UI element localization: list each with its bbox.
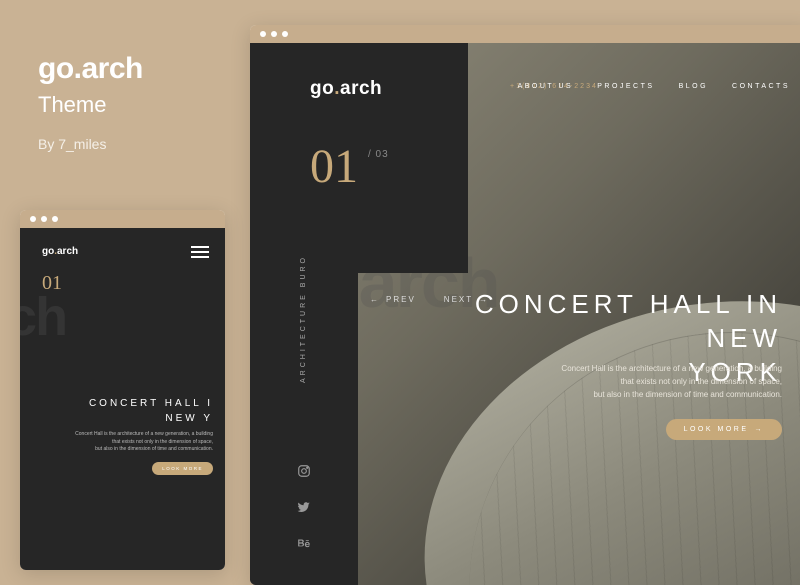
hero-desc-line: but also in the dimension of time and co… [561, 389, 782, 402]
watermark-text: arch [20, 286, 66, 348]
slide-counter: 01 / 03 [310, 143, 389, 191]
twitter-icon[interactable] [297, 500, 311, 514]
hero-description: Concert Hall is the architecture of a ne… [75, 431, 213, 454]
mobile-viewport: go.arch 01 arch CONCERT HALL I NEW Y Con… [20, 228, 225, 570]
nav-contacts[interactable]: CONTACTS [732, 83, 790, 90]
browser-titlebar [20, 210, 225, 228]
cta-label: LOOK MORE [684, 426, 749, 433]
theme-meta: go.arch Theme By 7_miles [38, 52, 143, 152]
hero-title-line1: CONCERT HALL I [89, 396, 213, 411]
nav-blog[interactable]: BLOG [679, 83, 708, 90]
theme-title: go.arch [38, 52, 143, 86]
vertical-label: ARCHITECTURE BURO [300, 255, 307, 383]
hero-desc-line: that exists not only in the dimension of… [75, 439, 213, 447]
hero-description: Concert Hall is the architecture of a ne… [561, 363, 782, 401]
arrow-right-icon: → [755, 426, 765, 433]
slide-total: / 03 [368, 149, 389, 160]
hero-title-line2: NEW Y [89, 411, 213, 426]
look-more-button[interactable]: LOOK MORE → [666, 419, 782, 440]
hero-desc-line: Concert Hall is the architecture of a ne… [561, 363, 782, 376]
hero-title: CONCERT HALL I NEW Y [89, 396, 213, 426]
site-logo[interactable]: go.arch [42, 246, 78, 257]
behance-icon[interactable] [297, 536, 311, 550]
arrow-left-icon: ← [370, 295, 380, 304]
window-dot [30, 216, 36, 222]
cta-label: LOOK MORE [162, 466, 203, 471]
slide-current: 01 [310, 143, 358, 191]
hero-desc-line: Concert Hall is the architecture of a ne… [75, 431, 213, 439]
nav-projects[interactable]: PROJECTS [597, 83, 654, 90]
theme-subtitle: Theme [38, 92, 143, 118]
desktop-browser-frame: go.arch +1(812) 614-2234 ABOUT US PROJEC… [250, 25, 800, 585]
logo-part1: go [42, 246, 54, 257]
look-more-button[interactable]: LOOK MORE [152, 462, 213, 475]
mobile-browser-frame: go.arch 01 arch CONCERT HALL I NEW Y Con… [20, 210, 225, 570]
theme-author: By 7_miles [38, 136, 143, 152]
social-links [297, 464, 311, 550]
main-nav: ABOUT US PROJECTS BLOG CONTACTS [518, 83, 790, 90]
window-dot [271, 31, 277, 37]
hero-title-line1: CONCERT HALL IN NEW [472, 288, 782, 356]
hamburger-menu-icon[interactable] [191, 246, 209, 258]
site-logo[interactable]: go.arch [310, 78, 382, 100]
prev-button[interactable]: ← PREV [370, 295, 416, 304]
browser-titlebar [250, 25, 800, 43]
nav-about[interactable]: ABOUT US [518, 83, 574, 90]
hero-desc-line: but also in the dimension of time and co… [75, 446, 213, 454]
logo-part1: go [310, 78, 334, 99]
desktop-viewport: go.arch +1(812) 614-2234 ABOUT US PROJEC… [250, 43, 800, 585]
window-dot [282, 31, 288, 37]
hero-desc-line: that exists not only in the dimension of… [561, 376, 782, 389]
next-label: NEXT [444, 295, 473, 304]
logo-part2: arch [340, 78, 382, 99]
logo-part2: arch [57, 246, 78, 257]
prev-label: PREV [386, 295, 416, 304]
instagram-icon[interactable] [297, 464, 311, 478]
window-dot [52, 216, 58, 222]
window-dot [41, 216, 47, 222]
window-dot [260, 31, 266, 37]
